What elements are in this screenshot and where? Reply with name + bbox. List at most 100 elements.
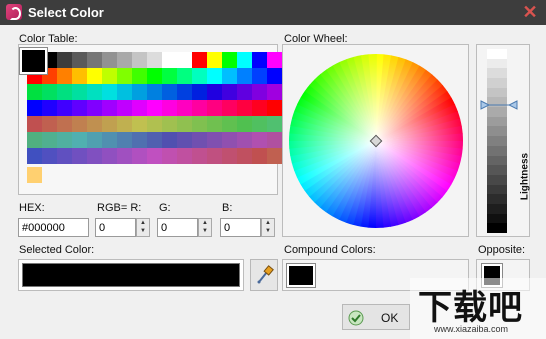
stepper-down-icon[interactable]: ▼	[137, 227, 149, 235]
lightness-level[interactable]	[487, 49, 507, 60]
color-table-cell[interactable]	[72, 116, 87, 132]
lightness-level[interactable]	[487, 136, 507, 147]
color-table-cell[interactable]	[267, 100, 282, 116]
compound-color-swatch[interactable]	[286, 263, 316, 288]
color-table-cell[interactable]	[102, 68, 117, 84]
color-table-cell[interactable]	[27, 84, 42, 100]
color-table-cell[interactable]	[237, 68, 252, 84]
color-table-cell[interactable]	[192, 68, 207, 84]
color-table-cell[interactable]	[117, 148, 132, 164]
color-table-cell[interactable]	[117, 84, 132, 100]
color-table-cell[interactable]	[177, 52, 192, 68]
color-table-cell[interactable]	[87, 100, 102, 116]
color-table-cell[interactable]	[42, 116, 57, 132]
lightness-slider[interactable]	[487, 49, 507, 234]
color-table-cell[interactable]	[72, 132, 87, 148]
color-table-cell[interactable]	[222, 116, 237, 132]
b-input[interactable]	[220, 218, 261, 237]
color-table-cell[interactable]	[57, 52, 72, 68]
color-table-cell[interactable]	[42, 84, 57, 100]
color-table-cell[interactable]	[27, 132, 42, 148]
color-table-cell[interactable]	[252, 84, 267, 100]
lightness-level[interactable]	[487, 223, 507, 234]
color-table-cell[interactable]	[162, 84, 177, 100]
color-table-cell[interactable]	[147, 100, 162, 116]
color-table-cell[interactable]	[237, 100, 252, 116]
color-table-cell[interactable]	[87, 68, 102, 84]
custom-color-cell[interactable]	[27, 167, 42, 183]
lightness-level[interactable]	[487, 58, 507, 69]
color-table-cell[interactable]	[162, 132, 177, 148]
color-table-cell[interactable]	[162, 148, 177, 164]
lightness-level[interactable]	[487, 194, 507, 205]
color-table-cell[interactable]	[27, 148, 42, 164]
color-table-cell[interactable]	[237, 148, 252, 164]
color-table-cell[interactable]	[252, 52, 267, 68]
color-table-cell[interactable]	[222, 100, 237, 116]
color-table-cell[interactable]	[222, 52, 237, 68]
lightness-level[interactable]	[487, 184, 507, 195]
ok-button[interactable]: OK	[342, 304, 410, 330]
color-table-cell[interactable]	[117, 132, 132, 148]
g-input[interactable]	[157, 218, 198, 237]
color-table-cell[interactable]	[147, 148, 162, 164]
color-table-cell[interactable]	[72, 84, 87, 100]
color-table-cell[interactable]	[117, 68, 132, 84]
lightness-level[interactable]	[487, 78, 507, 89]
color-table-cell[interactable]	[132, 52, 147, 68]
color-table-cell[interactable]	[207, 84, 222, 100]
color-table[interactable]	[18, 44, 282, 195]
color-table-cell[interactable]	[102, 100, 117, 116]
color-table-cell[interactable]	[132, 132, 147, 148]
color-table-cell[interactable]	[87, 148, 102, 164]
color-table-cell[interactable]	[147, 84, 162, 100]
lightness-level[interactable]	[487, 87, 507, 98]
color-table-cell[interactable]	[102, 148, 117, 164]
eyedropper-button[interactable]	[250, 259, 278, 291]
hex-input[interactable]	[18, 218, 89, 237]
color-table-cell[interactable]	[87, 132, 102, 148]
color-table-cell[interactable]	[267, 84, 282, 100]
color-table-cell[interactable]	[162, 52, 177, 68]
lightness-level[interactable]	[487, 68, 507, 79]
color-table-cell[interactable]	[207, 148, 222, 164]
color-table-selected-swatch[interactable]	[19, 47, 48, 75]
color-table-cell[interactable]	[207, 52, 222, 68]
color-table-cell[interactable]	[267, 132, 282, 148]
color-table-cell[interactable]	[87, 84, 102, 100]
color-table-cell[interactable]	[252, 68, 267, 84]
color-table-cell[interactable]	[147, 52, 162, 68]
color-table-cell[interactable]	[177, 116, 192, 132]
r-input[interactable]	[95, 218, 136, 237]
color-table-cell[interactable]	[102, 84, 117, 100]
b-stepper[interactable]: ▲ ▼	[261, 218, 275, 237]
color-table-cell[interactable]	[222, 84, 237, 100]
color-table-cell[interactable]	[207, 116, 222, 132]
color-table-cell[interactable]	[132, 68, 147, 84]
stepper-up-icon[interactable]: ▲	[262, 219, 274, 227]
color-table-cell[interactable]	[117, 52, 132, 68]
close-icon[interactable]: ✕	[520, 2, 540, 22]
color-table-cell[interactable]	[57, 116, 72, 132]
color-table-cell[interactable]	[177, 100, 192, 116]
g-stepper[interactable]: ▲ ▼	[198, 218, 212, 237]
color-table-cell[interactable]	[267, 52, 282, 68]
color-table-cell[interactable]	[222, 132, 237, 148]
color-table-cell[interactable]	[192, 116, 207, 132]
color-table-cell[interactable]	[132, 84, 147, 100]
color-table-cell[interactable]	[87, 116, 102, 132]
color-table-cell[interactable]	[162, 116, 177, 132]
color-table-cell[interactable]	[177, 68, 192, 84]
color-table-cell[interactable]	[147, 116, 162, 132]
color-table-cell[interactable]	[117, 100, 132, 116]
lightness-level[interactable]	[487, 126, 507, 137]
color-table-cell[interactable]	[72, 148, 87, 164]
color-table-cell[interactable]	[267, 116, 282, 132]
color-table-cell[interactable]	[102, 52, 117, 68]
stepper-down-icon[interactable]: ▼	[199, 227, 211, 235]
color-table-cell[interactable]	[237, 52, 252, 68]
color-table-cell[interactable]	[117, 116, 132, 132]
color-table-cell[interactable]	[57, 68, 72, 84]
color-table-cell[interactable]	[27, 116, 42, 132]
color-table-cell[interactable]	[177, 84, 192, 100]
